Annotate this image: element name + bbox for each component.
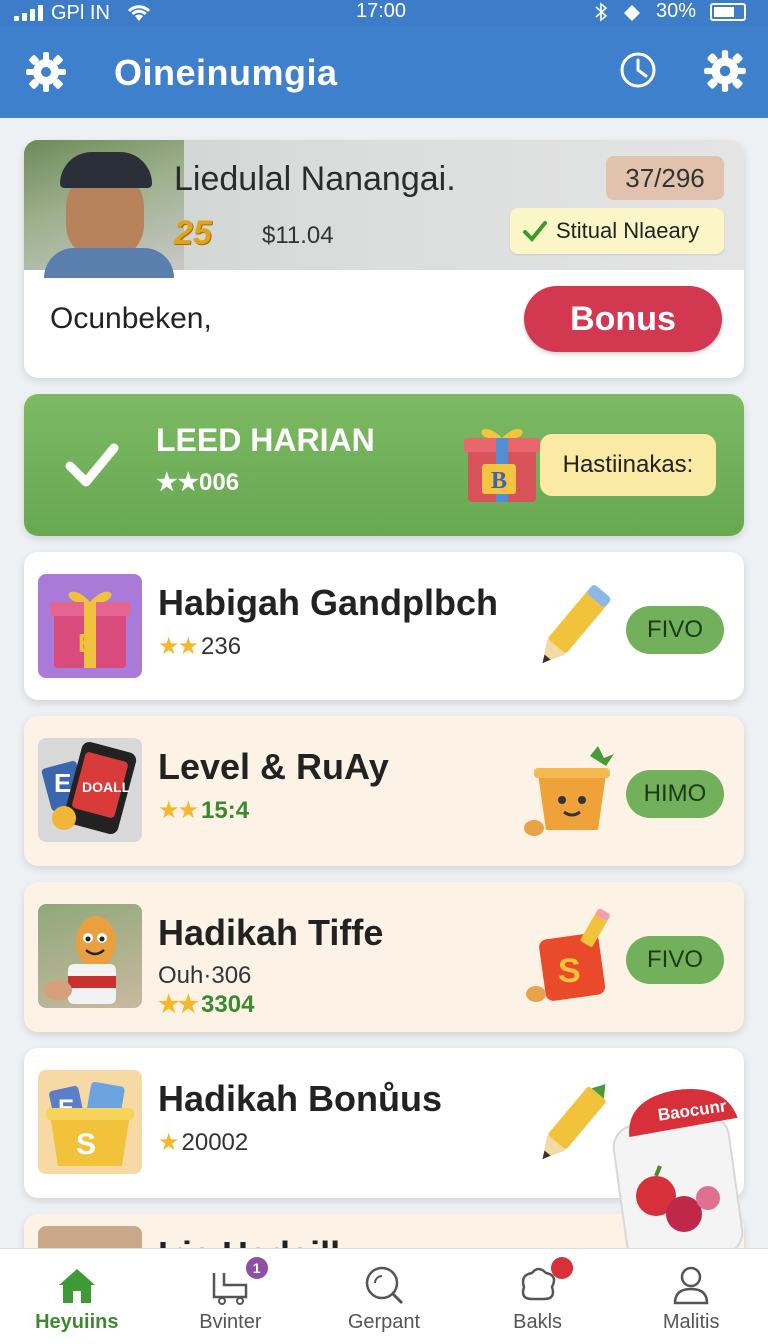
item-name: Hadikah Bonůus	[158, 1078, 443, 1119]
gift-box-icon: B	[38, 574, 142, 678]
app-title: Oineinumgia	[114, 52, 338, 93]
search-icon	[365, 1266, 404, 1305]
profile-points: 25	[174, 214, 212, 252]
star-icons: ★★	[158, 991, 199, 1018]
item-value: 236	[201, 633, 242, 660]
basket-icon	[524, 746, 614, 836]
nav-item-deals[interactable]: Bakls	[461, 1249, 615, 1344]
profile-card: Liedulal Nanangai. 25 $11.04 37/296 Stit…	[24, 140, 744, 378]
wifi-icon	[127, 5, 150, 21]
item-name: Level & RuAy	[158, 746, 389, 787]
item-action-button[interactable]: HIMO	[626, 770, 724, 818]
item-value: 3304	[201, 991, 255, 1018]
profile-banner: Liedulal Nanangai. 25 $11.04 37/296 Stit…	[24, 140, 744, 278]
item-rating: ★★ 15:4	[158, 796, 249, 825]
profile-count-badge: 37/296	[606, 156, 724, 200]
star-icons: ★	[158, 1129, 179, 1156]
profile-amount: $11.04	[262, 222, 334, 249]
item-action-button[interactable]: FIVO	[626, 936, 724, 984]
history-icon[interactable]	[618, 50, 658, 90]
svg-text:B: B	[78, 628, 97, 658]
status-label: Stitual Nlaeary	[556, 218, 700, 243]
item-name: Hadikah Tiffe	[158, 912, 384, 953]
avatar	[24, 140, 184, 278]
bluetooth-icon	[595, 1, 608, 22]
profile-label: Ocunbeken,	[50, 302, 212, 335]
svg-text:E: E	[54, 768, 71, 798]
user-icon	[673, 1266, 709, 1305]
list-item[interactable]: B Habigah Gandplbch ★★ 236 FIVO	[24, 552, 744, 700]
daily-card[interactable]: LEED HARIAN ★★006 B Hastiinakas:	[24, 394, 744, 536]
profile-name: Liedulal Nanangai.	[174, 160, 456, 198]
nav-item-profile[interactable]: Malitis	[614, 1249, 768, 1344]
item-rating: ★★ 236	[158, 632, 241, 661]
notification-badge: 1	[245, 1257, 268, 1279]
money-bag-icon: S	[526, 908, 610, 1002]
item-sub-label: Ouh·306	[158, 962, 252, 989]
speech-bubble: Hastiinakas:	[540, 434, 716, 496]
clock-time: 17:00	[356, 0, 407, 22]
app-header: Oineinumgia	[0, 26, 768, 118]
daily-value: 006	[199, 469, 240, 496]
nav-label: Gerpant	[347, 1311, 421, 1333]
bottom-nav: Heyuiins 1 Bvinter Gerpant Bakls Malitis	[0, 1248, 768, 1344]
nav-label: Malitis	[662, 1311, 720, 1333]
mascot-photo	[38, 904, 142, 1008]
item-value: 20002	[181, 1129, 249, 1156]
bonus-button[interactable]: Bonus	[524, 286, 722, 352]
status-bar: GPl IN 17:00 30%	[0, 0, 768, 26]
nav-item-orders[interactable]: 1 Bvinter	[154, 1249, 308, 1344]
battery-icon	[710, 2, 746, 21]
star-icons: ★★	[158, 633, 199, 660]
svg-text:B: B	[491, 468, 507, 494]
gear-icon[interactable]	[702, 48, 748, 94]
battery-percent: 30%	[655, 0, 696, 22]
nav-label: Heyuiins	[35, 1311, 119, 1333]
signal-icon	[14, 5, 43, 21]
item-rating: ★ 20002	[158, 1128, 248, 1157]
item-name: Habigah Gandplbch	[158, 582, 499, 623]
settings-icon[interactable]	[24, 50, 68, 94]
star-icons: ★★	[158, 797, 199, 824]
list-item[interactable]: Hadikah Tiffe Ouh·306 ★★ 3304 S FIVO	[24, 882, 744, 1032]
item-action-button[interactable]: FIVO	[626, 606, 724, 654]
check-icon	[65, 443, 119, 487]
signal-strength-icon	[623, 4, 640, 21]
gift-box-icon: B	[464, 429, 540, 502]
daily-progress: ★★006	[156, 468, 239, 497]
phone-icon: E DOALL	[38, 738, 142, 842]
home-icon	[58, 1269, 95, 1303]
svg-text:S: S	[76, 1128, 96, 1161]
status-badge: Stitual Nlaeary	[510, 208, 724, 254]
daily-title: LEED HARIAN	[156, 422, 375, 458]
pencil-icon	[542, 585, 611, 664]
svg-text:S: S	[558, 952, 581, 990]
notification-badge	[550, 1257, 573, 1279]
carrier-label: GPl IN	[51, 1, 110, 24]
coin-box-icon: ES	[38, 1070, 142, 1174]
nav-label: Bakls	[513, 1311, 563, 1333]
check-icon	[523, 221, 547, 242]
item-value: 15:4	[201, 797, 250, 824]
item-rating: ★★ 3304	[158, 990, 254, 1019]
star-icons: ★★	[156, 469, 200, 496]
promo-jar-icon[interactable]: Baocunr	[598, 1086, 748, 1266]
list-item[interactable]: E DOALL Level & RuAy ★★ 15:4 HIMO	[24, 716, 744, 866]
nav-item-home[interactable]: Heyuiins	[0, 1249, 154, 1344]
nav-item-search[interactable]: Gerpant	[307, 1249, 461, 1344]
nav-label: Bvinter	[199, 1311, 262, 1333]
svg-text:DOALL: DOALL	[82, 779, 131, 795]
